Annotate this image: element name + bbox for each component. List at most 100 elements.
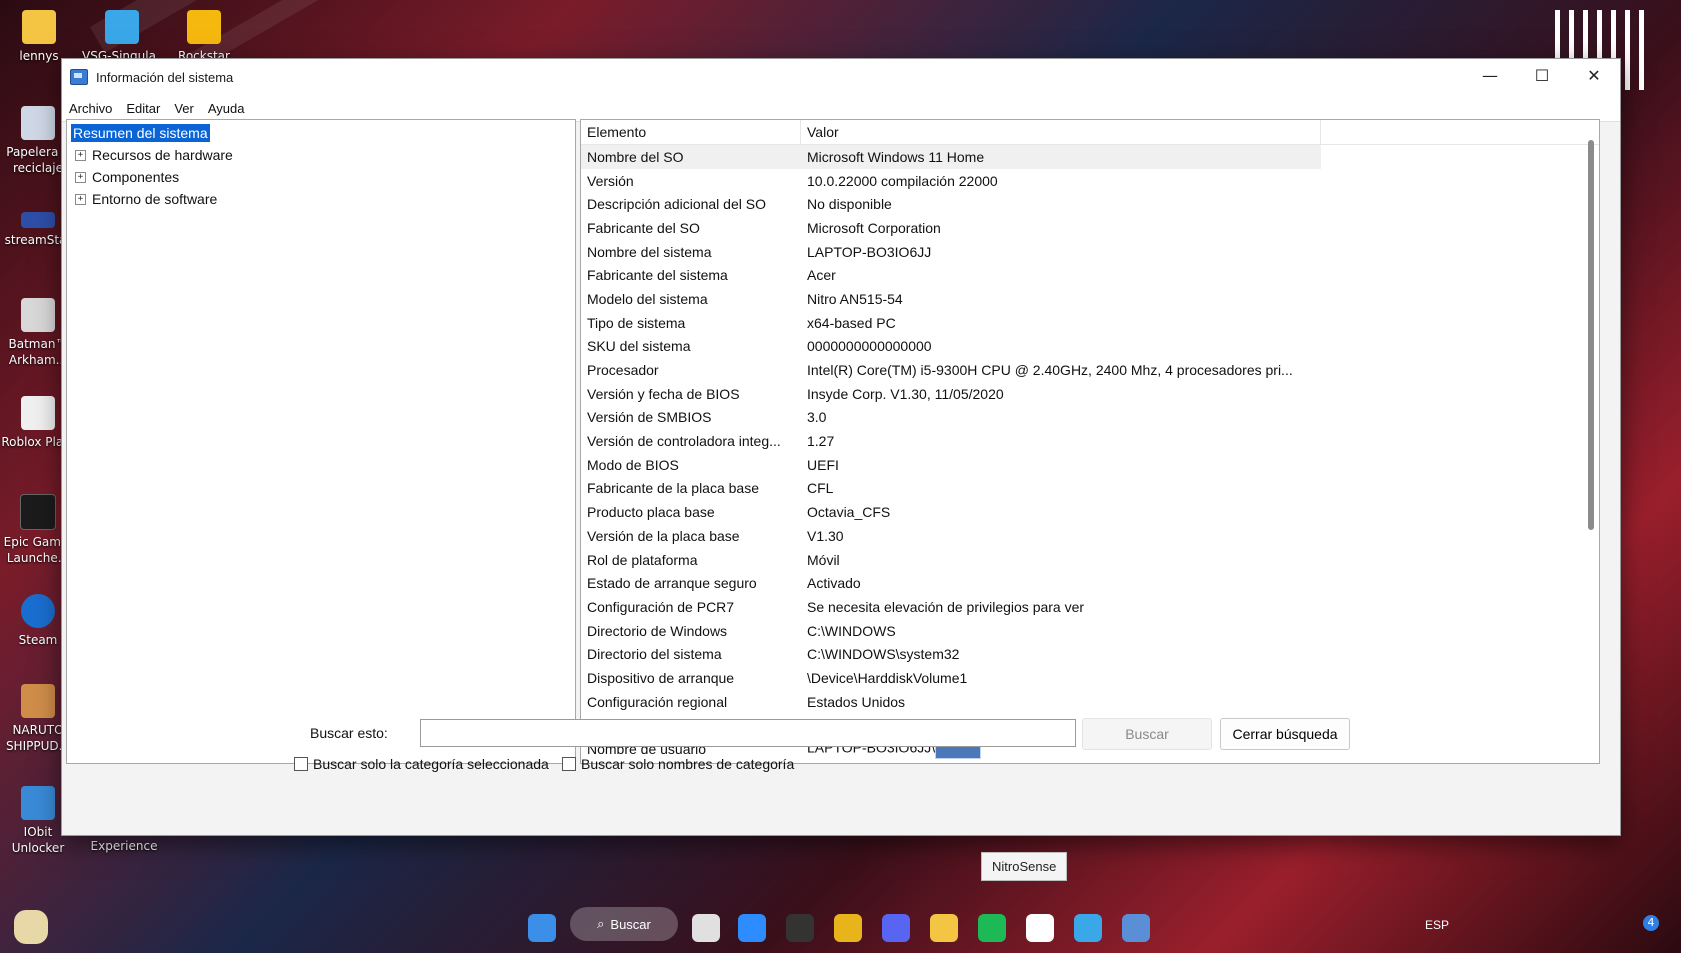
table-row[interactable]: Versión de la placa base V1.30 <box>581 524 1599 548</box>
row-value-text: Microsoft Windows 11 Home <box>807 148 985 165</box>
row-element: Versión de SMBIOS <box>587 409 712 426</box>
system-info-icon <box>70 69 88 85</box>
table-row[interactable]: Estado de arranque seguro Activado <box>581 571 1599 595</box>
zoom-icon[interactable] <box>738 914 766 942</box>
row-value-text: Se necesita elevación de privilegios par… <box>807 598 1085 615</box>
table-row[interactable]: Rol de plataforma Móvil <box>581 548 1599 572</box>
close-button[interactable]: ✕ <box>1568 59 1620 91</box>
weather-icon[interactable] <box>14 910 48 944</box>
table-row[interactable]: Fabricante del sistema Acer <box>581 263 1599 287</box>
checkbox-box[interactable] <box>294 757 308 771</box>
menu-ayuda[interactable]: Ayuda <box>208 101 245 116</box>
checkbox-box[interactable] <box>562 757 576 771</box>
row-value-text: 10.0.22000 compilación 22000 <box>807 172 998 189</box>
taskbar-search-button[interactable]: ⌕ Buscar <box>570 907 678 941</box>
steam-icon <box>21 594 55 628</box>
paint-icon[interactable] <box>1074 914 1102 942</box>
row-value-text: Activado <box>807 575 861 592</box>
desktop-icon-vsg[interactable]: VSG-Singula... <box>82 10 162 64</box>
title-bar[interactable]: Información del sistema — ☐ ✕ <box>62 59 1620 95</box>
table-row[interactable]: Versión y fecha de BIOS Insyde Corp. V1.3… <box>581 382 1599 406</box>
maximize-button[interactable]: ☐ <box>1516 59 1568 91</box>
table-row[interactable]: Nombre del SO Microsoft Windows 11 Home <box>581 145 1321 169</box>
system-info-icon[interactable] <box>1122 914 1150 942</box>
row-element: Tipo de sistema <box>587 314 686 331</box>
spotify-icon[interactable] <box>978 914 1006 942</box>
row-value-text: Nitro AN515-54 <box>807 290 903 307</box>
checkbox-selected-category[interactable]: Buscar solo la categoría seleccionada <box>294 753 549 775</box>
tree-item-components[interactable]: + Componentes <box>71 166 571 188</box>
minimize-button[interactable]: — <box>1464 59 1516 91</box>
desktop-icon-rockstar[interactable]: Rockstar <box>166 10 242 64</box>
table-row[interactable]: Fabricante del SO Microsoft Corporation <box>581 216 1599 240</box>
vertical-scrollbar[interactable] <box>1588 140 1594 530</box>
row-value-text: Intel(R) Core(TM) i5-9300H CPU @ 2.40GHz… <box>807 362 1293 379</box>
row-value-text: CFL <box>807 480 834 497</box>
table-row[interactable]: Versión 10.0.22000 compilación 22000 <box>581 169 1599 193</box>
table-row[interactable]: Procesador Intel(R) Core(TM) i5-9300H CPU… <box>581 358 1599 382</box>
details-list[interactable]: Elemento Valor Nombre del SO Microsoft Wi… <box>580 119 1600 764</box>
list-header: Elemento Valor <box>581 120 1599 145</box>
row-element: Nombre del sistema <box>587 243 712 260</box>
menu-editar[interactable]: Editar <box>126 101 160 116</box>
row-value: V1.30 <box>801 528 1321 544</box>
table-row[interactable]: Producto placa base Octavia_CFS <box>581 500 1599 524</box>
menu-archivo[interactable]: Archivo <box>69 101 112 116</box>
folder-icon <box>22 10 56 44</box>
column-header-value[interactable]: Valor <box>801 120 1321 144</box>
row-value-text: C:\WINDOWS <box>807 622 896 639</box>
table-row[interactable]: SKU del sistema 0000000000000000 <box>581 335 1599 359</box>
table-row[interactable]: Tipo de sistema x64-based PC <box>581 311 1599 335</box>
tree-item-system-summary[interactable]: Resumen del sistema <box>70 122 571 144</box>
search-button[interactable]: Buscar <box>1082 718 1212 750</box>
expand-plus-icon[interactable]: + <box>75 171 86 183</box>
windows-start-icon[interactable] <box>528 914 556 942</box>
table-row[interactable]: Directorio de Windows C:\WINDOWS <box>581 619 1599 643</box>
row-element: Versión <box>587 172 634 189</box>
table-row[interactable]: Directorio del sistema C:\WINDOWS\system3… <box>581 642 1599 666</box>
search-input[interactable] <box>420 719 1076 747</box>
naruto-game-icon <box>21 684 55 718</box>
row-element: Versión de controladora integ... <box>587 433 781 450</box>
notion-icon[interactable] <box>1026 914 1054 942</box>
table-row[interactable]: Modo de BIOS UEFI <box>581 453 1599 477</box>
row-element: Modelo del sistema <box>587 290 708 307</box>
expand-plus-icon[interactable]: + <box>75 149 86 161</box>
table-row[interactable]: Modelo del sistema Nitro AN515-54 <box>581 287 1599 311</box>
table-row[interactable]: Versión de controladora integ... 1.27 <box>581 429 1599 453</box>
epic-games-icon <box>20 494 56 530</box>
search-label: Buscar esto: <box>310 725 388 741</box>
tray-language[interactable]: ESP <box>1425 918 1449 932</box>
table-row[interactable]: Versión de SMBIOS 3.0 <box>581 406 1599 430</box>
column-header-element[interactable]: Elemento <box>581 120 801 144</box>
tree-item-hardware-resources[interactable]: + Recursos de hardware <box>71 144 571 166</box>
row-element: Directorio de Windows <box>587 622 728 639</box>
notification-badge[interactable]: 4 <box>1643 915 1659 931</box>
desktop-icon-experience[interactable]: Experience <box>84 838 164 854</box>
chrome-icon[interactable] <box>834 914 862 942</box>
table-row[interactable]: Configuración de PCR7 Se necesita elevaci… <box>581 595 1599 619</box>
checkbox-category-names[interactable]: Buscar solo nombres de categoría <box>562 753 794 775</box>
file-explorer-icon[interactable] <box>930 914 958 942</box>
tree-item-software-environment[interactable]: + Entorno de software <box>71 188 571 210</box>
close-search-button[interactable]: Cerrar búsqueda <box>1220 718 1350 750</box>
table-row[interactable]: Dispositivo de arranque \Device\HarddiskV… <box>581 666 1599 690</box>
table-row[interactable]: Descripción adicional del SO No disponibl… <box>581 192 1599 216</box>
table-row[interactable]: Nombre del sistema LAPTOP-BO3IO6JJ <box>581 240 1599 264</box>
roblox-icon <box>21 396 55 430</box>
row-element: Modo de BIOS <box>587 456 679 473</box>
row-value: 10.0.22000 compilación 22000 <box>801 173 1321 189</box>
category-tree[interactable]: Resumen del sistema + Recursos de hardwa… <box>66 119 576 764</box>
row-value: Acer <box>801 267 1321 283</box>
row-element: Producto placa base <box>587 504 715 521</box>
discord-icon[interactable] <box>882 914 910 942</box>
row-value-text: Estados Unidos <box>807 693 906 710</box>
table-row[interactable]: Configuración regional Estados Unidos <box>581 690 1599 714</box>
menu-ver[interactable]: Ver <box>174 101 194 116</box>
table-row[interactable]: Fabricante de la placa base CFL <box>581 477 1599 501</box>
desktop-icon-lennys[interactable]: lennys <box>1 10 77 64</box>
obs-icon[interactable] <box>786 914 814 942</box>
expand-plus-icon[interactable]: + <box>75 193 86 205</box>
task-view-icon[interactable] <box>692 914 720 942</box>
batman-game-icon <box>21 298 55 332</box>
